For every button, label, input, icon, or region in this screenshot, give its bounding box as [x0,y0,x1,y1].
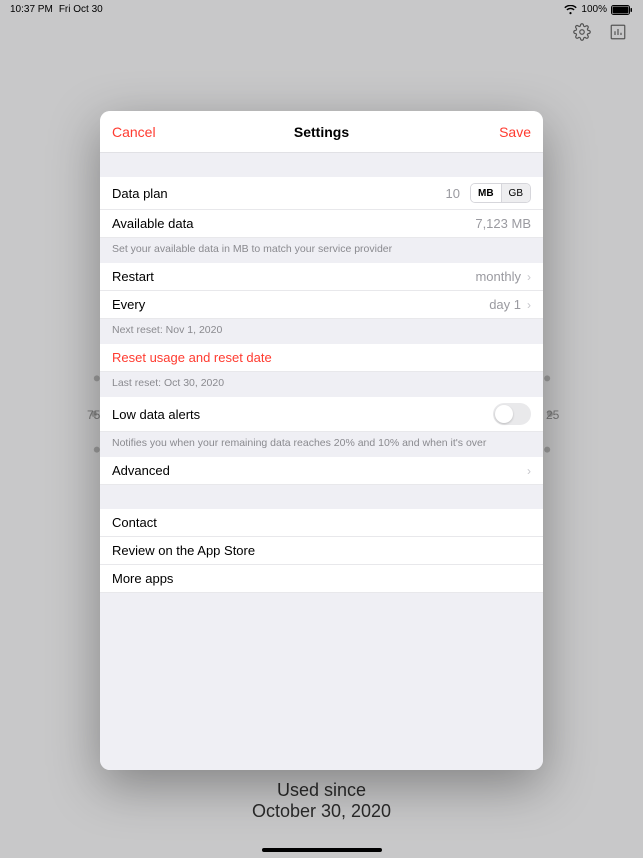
every-value: day 1 [489,297,521,312]
row-contact[interactable]: Contact [100,509,543,537]
row-low-data-alerts[interactable]: Low data alerts [100,397,543,432]
unit-gb[interactable]: GB [501,184,530,202]
chevron-right-icon: › [527,270,531,284]
wifi-icon [564,5,577,15]
battery-percent: 100% [581,4,607,15]
advanced-label: Advanced [112,463,521,478]
status-time: 10:37 PM [10,4,53,15]
last-reset-note: Last reset: Oct 30, 2020 [100,372,543,397]
used-since-line1: Used since [0,780,643,801]
available-value: 7,123 MB [475,216,531,231]
available-label: Available data [112,216,475,231]
row-review[interactable]: Review on the App Store [100,537,543,565]
modal-body[interactable]: Data plan 10 MB GB Available data 7,123 … [100,153,543,770]
home-indicator[interactable] [262,848,382,852]
gauge-label-25: 25 [546,408,559,422]
used-since-text: Used since October 30, 2020 [0,780,643,822]
chart-icon[interactable] [609,23,627,46]
restart-label: Restart [112,269,475,284]
row-reset-usage[interactable]: Reset usage and reset date [100,344,543,372]
save-button[interactable]: Save [499,124,531,140]
settings-modal: Cancel Settings Save Data plan 10 MB GB … [100,111,543,770]
more-apps-label: More apps [112,571,531,586]
modal-title: Settings [100,124,543,140]
used-since-line2: October 30, 2020 [0,801,643,822]
row-every[interactable]: Every day 1 › [100,291,543,319]
chevron-right-icon: › [527,298,531,312]
reset-label: Reset usage and reset date [112,350,531,365]
data-plan-label: Data plan [112,186,446,201]
modal-header: Cancel Settings Save [100,111,543,153]
row-advanced[interactable]: Advanced › [100,457,543,485]
low-alerts-toggle[interactable] [493,403,531,425]
review-label: Review on the App Store [112,543,531,558]
chevron-right-icon: › [527,464,531,478]
unit-mb[interactable]: MB [471,184,501,202]
app-toolbar [0,17,643,50]
contact-label: Contact [112,515,531,530]
row-data-plan[interactable]: Data plan 10 MB GB [100,177,543,210]
status-date: Fri Oct 30 [59,4,103,15]
status-bar: 10:37 PM Fri Oct 30 100% [0,0,643,17]
available-note: Set your available data in MB to match y… [100,238,543,263]
battery-icon [611,5,633,15]
row-restart[interactable]: Restart monthly › [100,263,543,291]
row-available-data[interactable]: Available data 7,123 MB [100,210,543,238]
gauge-label-75: 75 [87,408,100,422]
gear-icon[interactable] [573,23,591,46]
low-alerts-note: Notifies you when your remaining data re… [100,432,543,457]
restart-value: monthly [475,269,521,284]
unit-segmented-control[interactable]: MB GB [470,183,531,203]
every-label: Every [112,297,489,312]
data-plan-value: 10 [446,186,460,201]
low-alerts-label: Low data alerts [112,407,493,422]
next-reset-note: Next reset: Nov 1, 2020 [100,319,543,344]
row-more-apps[interactable]: More apps [100,565,543,593]
cancel-button[interactable]: Cancel [112,124,156,140]
